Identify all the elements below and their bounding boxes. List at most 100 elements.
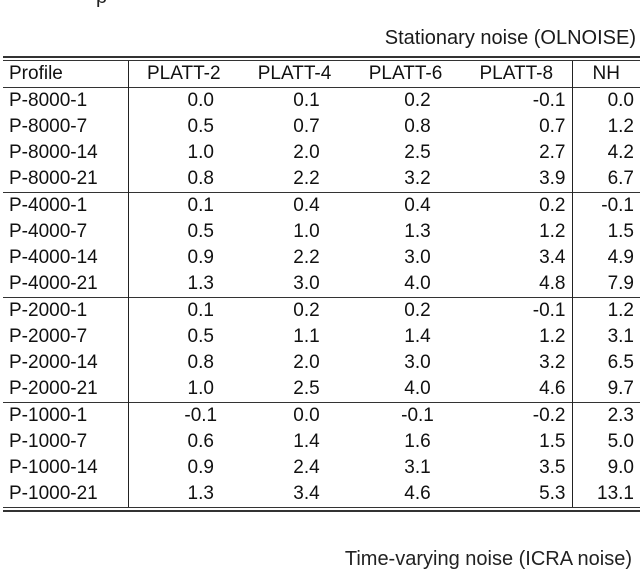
- cell-platt-4: 0.0: [293, 405, 320, 426]
- cell-platt-4: 2.2: [293, 247, 320, 268]
- cell-platt-2: 0.6: [127, 429, 239, 455]
- cell-nh: 9.7: [571, 376, 640, 403]
- cell-platt-4: 1.1: [293, 326, 320, 347]
- cell-profile: P-2000-21: [9, 378, 98, 399]
- cell-profile: P-4000-14: [9, 247, 98, 268]
- header-platt-6: PLATT-6: [368, 63, 443, 84]
- cell-platt-2: 0.8: [127, 350, 239, 376]
- header-profile: Profile: [9, 63, 63, 84]
- table-row: P-4000-14 0.9 2.2 3.0 3.4 4.9: [3, 245, 640, 271]
- cell-profile: P-4000-21: [9, 273, 98, 294]
- table-row: P-1000-1 -0.1 0.0 -0.1 -0.2 2.3: [3, 402, 640, 429]
- cell-platt-2: 0.5: [127, 219, 239, 245]
- cell-platt-8: 3.5: [539, 457, 566, 478]
- cell-nh: 2.3: [571, 402, 640, 429]
- cell-platt-8: 3.2: [539, 352, 566, 373]
- cell-platt-8: 4.6: [539, 378, 566, 399]
- cell-platt-6: 3.2: [404, 168, 431, 189]
- cell-platt-6: -0.1: [401, 405, 434, 426]
- cell-platt-8: 3.4: [539, 247, 566, 268]
- cell-nh: -0.1: [571, 192, 640, 219]
- cell-nh: 7.9: [571, 271, 640, 298]
- cell-platt-8: 3.9: [539, 168, 566, 189]
- header-platt-2: PLATT-2: [127, 61, 239, 88]
- cell-profile: P-8000-1: [9, 90, 88, 111]
- cell-platt-6: 4.0: [404, 378, 431, 399]
- cell-platt-4: 2.0: [293, 352, 320, 373]
- cell-platt-2: 0.1: [127, 297, 239, 324]
- table-row: P-4000-7 0.5 1.0 1.3 1.2 1.5: [3, 219, 640, 245]
- cell-platt-2: 1.0: [127, 376, 239, 403]
- cell-platt-4: 0.4: [293, 195, 320, 216]
- cell-profile: P-1000-1: [9, 405, 88, 426]
- cell-profile: P-1000-7: [9, 431, 88, 452]
- cell-platt-8: -0.2: [532, 405, 566, 426]
- cell-platt-6: 2.5: [404, 142, 431, 163]
- table-row: P-2000-1 0.1 0.2 0.2 -0.1 1.2: [3, 297, 640, 324]
- cell-platt-4: 2.2: [293, 168, 320, 189]
- cell-nh: 1.5: [571, 219, 640, 245]
- bottom-double-rule: [3, 507, 640, 512]
- table-row: P-2000-21 1.0 2.5 4.0 4.6 9.7: [3, 376, 640, 403]
- header-nh: NH: [571, 61, 640, 88]
- cell-platt-6: 0.8: [404, 116, 431, 137]
- cell-platt-4: 3.4: [293, 483, 320, 504]
- row-group: P-1000-1 -0.1 0.0 -0.1 -0.2 2.3 P-1000-7 0.6 1.4…: [3, 402, 640, 507]
- cell-platt-4: 2.5: [293, 378, 320, 399]
- cell-platt-8: 2.7: [539, 142, 566, 163]
- table-row: P-4000-21 1.3 3.0 4.0 4.8 7.9: [3, 271, 640, 298]
- cell-platt-2: -0.1: [127, 402, 239, 429]
- table-row: P-4000-1 0.1 0.4 0.4 0.2 -0.1: [3, 192, 640, 219]
- cell-profile: P-2000-14: [9, 352, 98, 373]
- cell-platt-6: 3.0: [404, 247, 431, 268]
- cell-nh: 9.0: [571, 455, 640, 481]
- table-row: P-1000-14 0.9 2.4 3.1 3.5 9.0: [3, 455, 640, 481]
- cell-profile: P-8000-21: [9, 168, 98, 189]
- cell-profile: P-8000-7: [9, 116, 88, 137]
- cell-platt-2: 0.5: [127, 324, 239, 350]
- table-row: P-2000-7 0.5 1.1 1.4 1.2 3.1: [3, 324, 640, 350]
- cell-platt-4: 2.4: [293, 457, 320, 478]
- row-group: P-2000-1 0.1 0.2 0.2 -0.1 1.2 P-2000-7 0.5 1.1 1.…: [3, 297, 640, 403]
- cell-platt-4: 1.4: [293, 431, 320, 452]
- clipped-text-fragment: p: [96, 0, 107, 9]
- cell-platt-4: 1.0: [293, 221, 320, 242]
- row-group: P-4000-1 0.1 0.4 0.4 0.2 -0.1 P-4000-7 0.5 1.0 1.…: [3, 192, 640, 298]
- cell-platt-8: 1.5: [539, 431, 566, 452]
- cell-platt-6: 3.0: [404, 352, 431, 373]
- cell-nh: 0.0: [571, 87, 640, 114]
- cell-platt-8: -0.1: [532, 300, 566, 321]
- header-row: Profile PLATT-2 PLATT-4 PLATT-6 PLATT-8 …: [3, 61, 640, 88]
- cell-platt-2: 1.3: [127, 271, 239, 298]
- cell-platt-8: 1.2: [539, 326, 566, 347]
- cell-profile: P-1000-21: [9, 483, 98, 504]
- cell-platt-2: 0.0: [127, 87, 239, 114]
- cell-profile: P-4000-1: [9, 195, 88, 216]
- table-row: P-8000-7 0.5 0.7 0.8 0.7 1.2: [3, 114, 640, 140]
- header-platt-8: PLATT-8: [479, 63, 554, 84]
- cell-platt-6: 3.1: [404, 457, 431, 478]
- cell-platt-2: 0.5: [127, 114, 239, 140]
- cell-platt-6: 1.3: [404, 221, 431, 242]
- table-row: P-8000-14 1.0 2.0 2.5 2.7 4.2: [3, 140, 640, 166]
- cell-nh: 13.1: [571, 481, 640, 507]
- cell-platt-6: 0.4: [404, 195, 431, 216]
- cell-platt-4: 3.0: [293, 273, 320, 294]
- cell-nh: 3.1: [571, 324, 640, 350]
- header-platt-4: PLATT-4: [257, 63, 332, 84]
- table-row: P-1000-21 1.3 3.4 4.6 5.3 13.1: [3, 481, 640, 507]
- cell-platt-8: -0.1: [532, 90, 566, 111]
- cell-platt-8: 5.3: [539, 483, 566, 504]
- cell-nh: 4.2: [571, 140, 640, 166]
- cell-platt-6: 1.6: [404, 431, 431, 452]
- cell-platt-6: 0.2: [404, 90, 431, 111]
- cell-nh: 1.2: [571, 114, 640, 140]
- cell-profile: P-1000-14: [9, 457, 98, 478]
- cell-profile: P-2000-1: [9, 300, 88, 321]
- table-row: P-8000-21 0.8 2.2 3.2 3.9 6.7: [3, 166, 640, 193]
- next-section-title: Time-varying noise (ICRA noise): [344, 548, 632, 570]
- cell-platt-2: 1.3: [127, 481, 239, 507]
- table-row: P-1000-7 0.6 1.4 1.6 1.5 5.0: [3, 429, 640, 455]
- cell-platt-4: 2.0: [293, 142, 320, 163]
- cell-platt-4: 0.2: [293, 300, 320, 321]
